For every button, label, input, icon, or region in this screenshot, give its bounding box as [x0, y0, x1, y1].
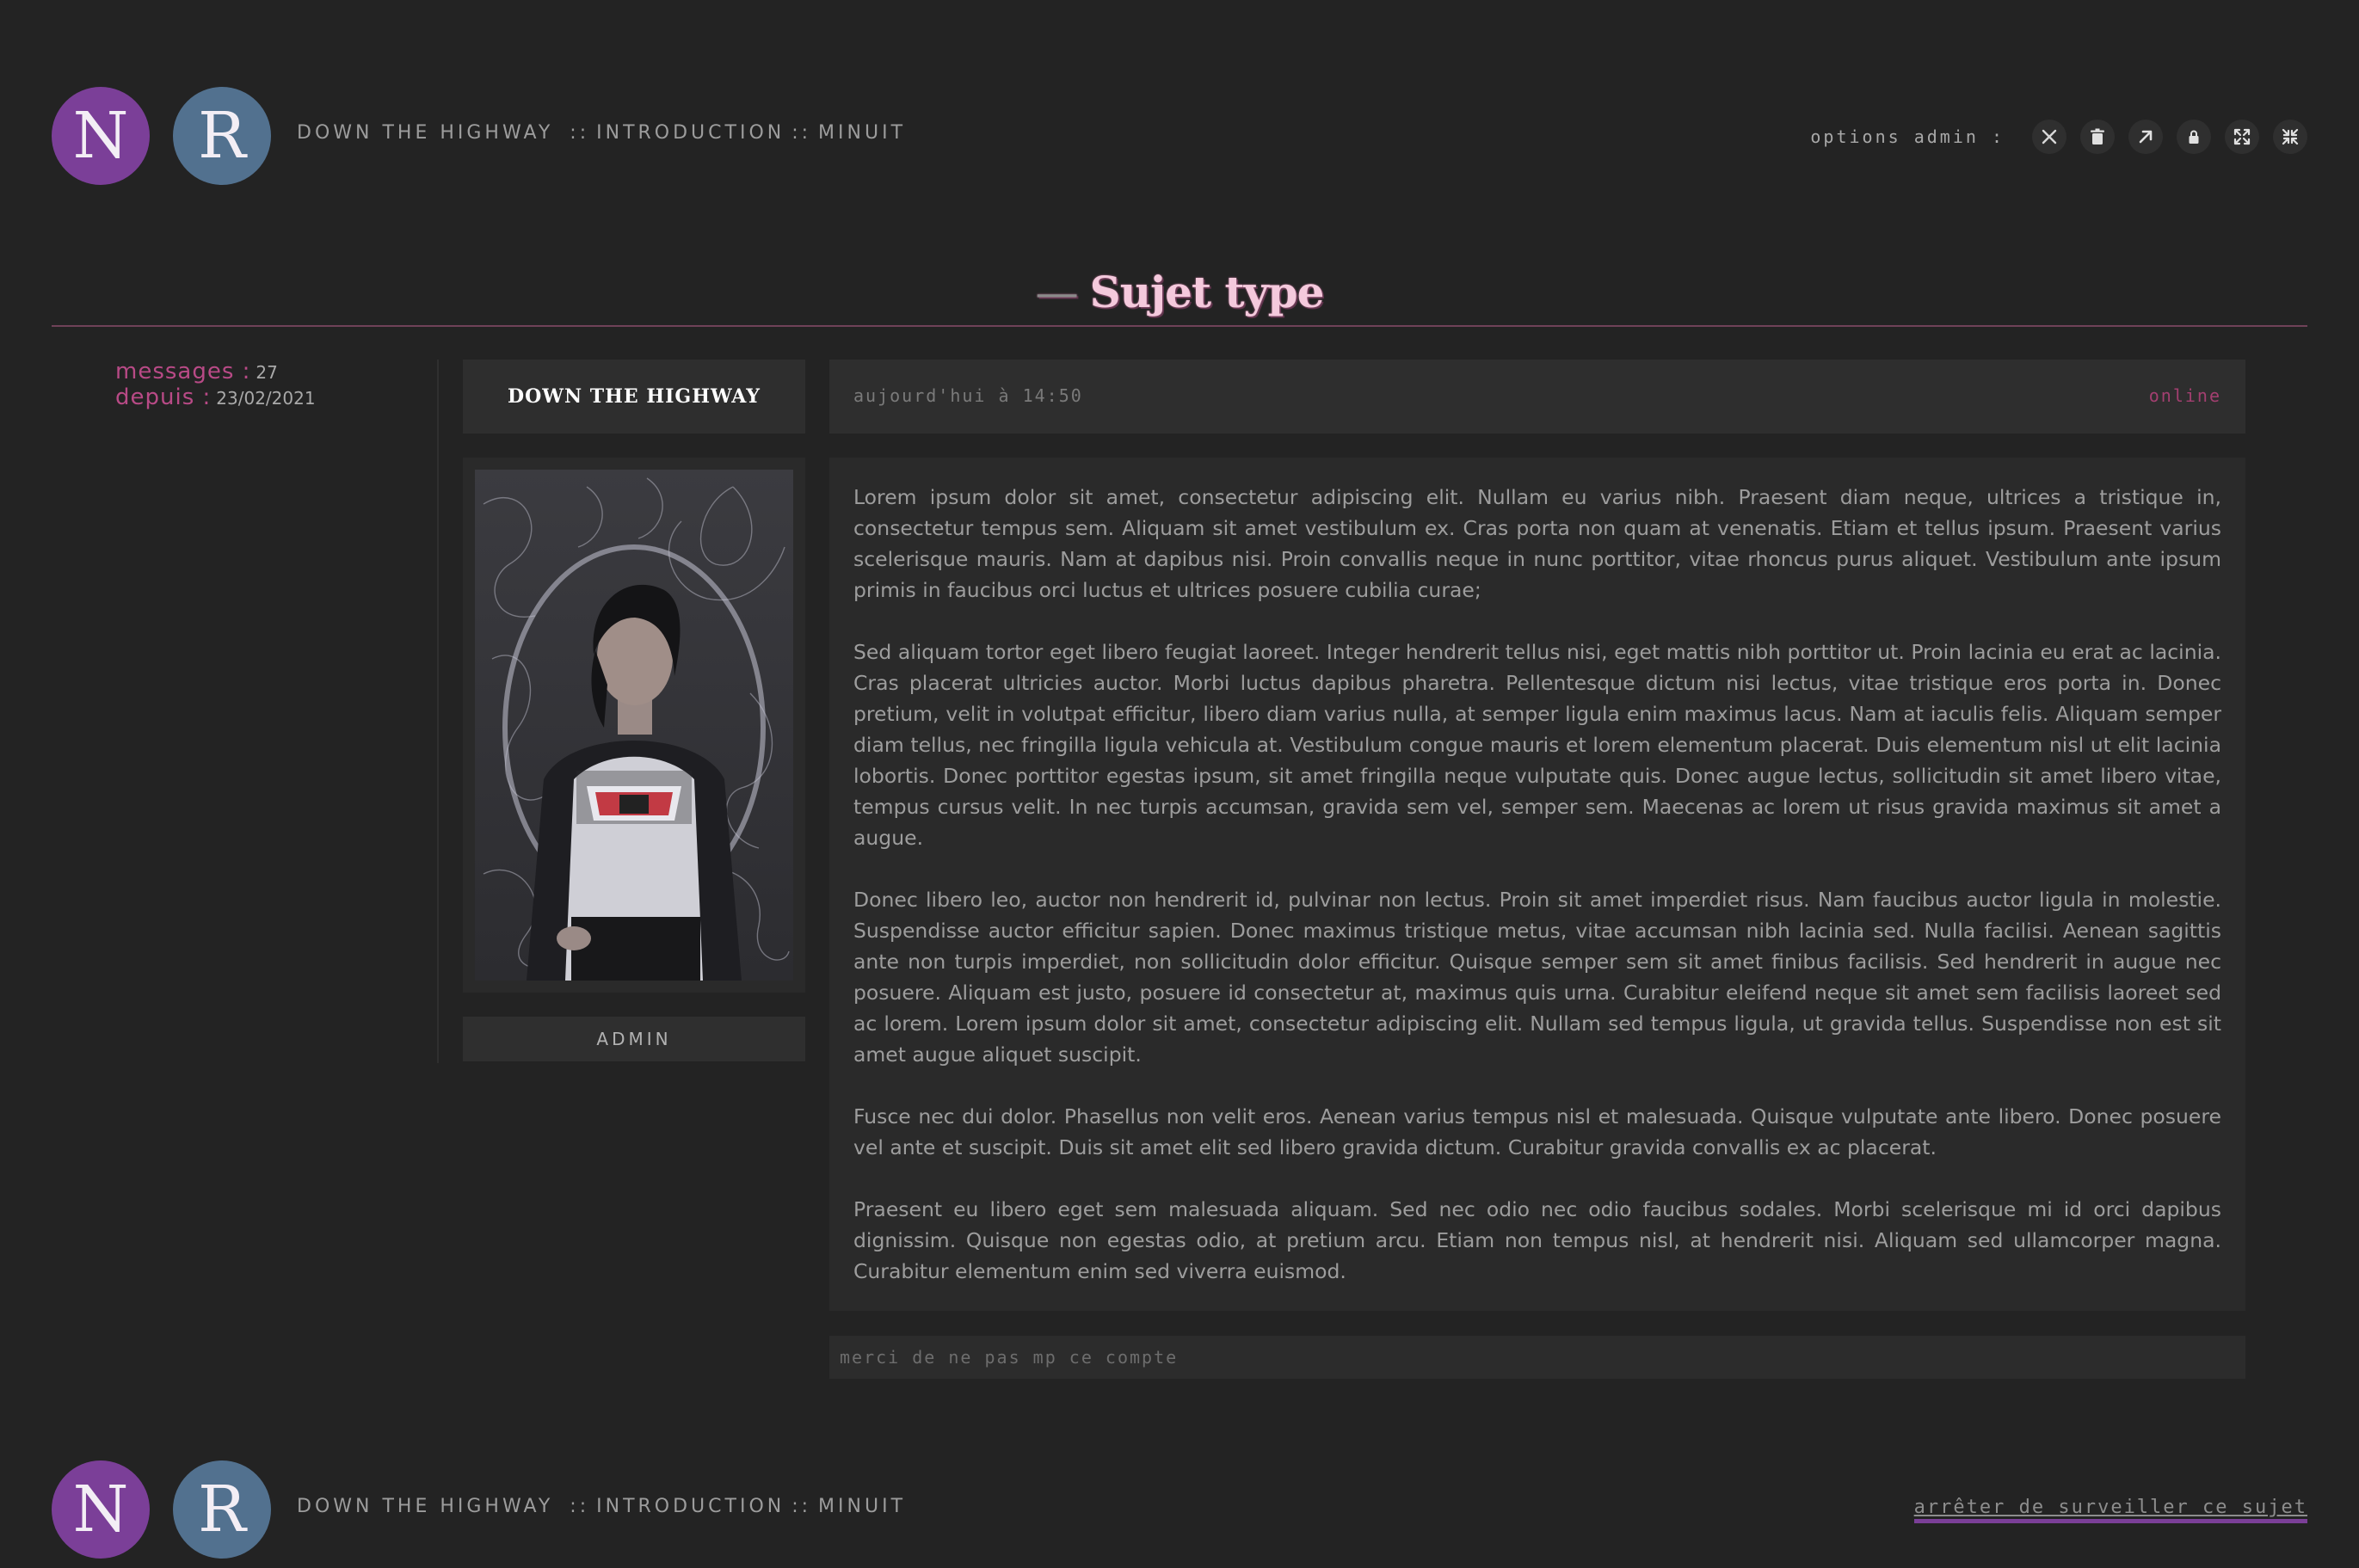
- lock-icon[interactable]: [2177, 120, 2211, 154]
- avatar-image: [475, 470, 793, 981]
- avatar-frame: [463, 458, 805, 993]
- breadcrumb-forum[interactable]: DOWN THE HIGHWAY: [297, 1496, 553, 1517]
- logo-n[interactable]: N: [52, 1460, 150, 1559]
- since-value: 23/02/2021: [216, 388, 316, 409]
- unwatch-topic-link[interactable]: arrêter de surveiller ce sujet: [1913, 1497, 2307, 1523]
- breadcrumb-forum[interactable]: DOWN THE HIGHWAY: [297, 122, 553, 144]
- author-rank: ADMIN: [463, 1017, 805, 1061]
- breadcrumb-separator: ::: [570, 1496, 590, 1517]
- author-name[interactable]: DOWN THE HIGHWAY: [463, 360, 805, 434]
- bottom-bar: N R DOWN THE HIGHWAY :: INTRODUCTION:: MIN…: [52, 1460, 2307, 1559]
- breadcrumb-category[interactable]: INTRODUCTION: [596, 1496, 785, 1517]
- online-status: online: [2148, 385, 2221, 406]
- close-icon[interactable]: [2032, 120, 2066, 154]
- topic-title-wrap: — Sujet type: [0, 267, 2359, 317]
- post-date: aujourd'hui à 14:50: [853, 385, 1083, 406]
- since-label: depuis :: [115, 384, 212, 410]
- post-header: aujourd'hui à 14:50 online: [829, 360, 2245, 434]
- author-stats: messages :27 depuis :23/02/2021: [115, 360, 316, 411]
- admin-options-label: options admin :: [1810, 126, 2005, 147]
- post-paragraph: Fusce nec dui dolor. Phasellus non velit…: [853, 1104, 2221, 1159]
- post-signature: merci de ne pas mp ce compte: [829, 1336, 2245, 1379]
- breadcrumb-separator: ::: [570, 122, 590, 144]
- avatar[interactable]: [475, 470, 793, 981]
- expand-icon[interactable]: [2225, 120, 2259, 154]
- topic-title: — Sujet type: [1035, 267, 1325, 317]
- breadcrumb-category[interactable]: INTRODUCTION: [596, 122, 785, 144]
- collapse-icon[interactable]: [2273, 120, 2307, 154]
- admin-options: options admin :: [1810, 117, 2307, 157]
- post-paragraph: Donec libero leo, auctor non hendrerit i…: [853, 888, 2221, 1067]
- post-paragraph: Praesent eu libero eget sem malesuada al…: [853, 1197, 2221, 1283]
- logo-r[interactable]: R: [173, 1460, 271, 1559]
- breadcrumb-subforum[interactable]: MINUIT: [818, 1496, 906, 1517]
- title-divider: [52, 325, 2307, 327]
- messages-value: 27: [256, 362, 278, 383]
- top-bar: N R DOWN THE HIGHWAY :: INTRODUCTION:: MIN…: [52, 87, 2307, 185]
- topic-title-text: Sujet type: [1089, 267, 1325, 317]
- messages-label: messages :: [115, 359, 251, 384]
- breadcrumb-separator: ::: [791, 122, 812, 144]
- trash-icon[interactable]: [2080, 120, 2115, 154]
- breadcrumb: DOWN THE HIGHWAY :: INTRODUCTION:: MINUIT: [297, 1496, 906, 1517]
- messages-stat: messages :27: [115, 360, 316, 385]
- logo-r[interactable]: R: [173, 87, 271, 185]
- author-divider: [437, 360, 439, 1063]
- breadcrumb: DOWN THE HIGHWAY :: INTRODUCTION:: MINUIT: [297, 122, 906, 144]
- post-paragraph: Sed aliquam tortor eget libero feugiat l…: [853, 640, 2221, 850]
- since-stat: depuis :23/02/2021: [115, 385, 316, 411]
- post-paragraph: Lorem ipsum dolor sit amet, consectetur …: [853, 485, 2221, 602]
- breadcrumb-subforum[interactable]: MINUIT: [818, 122, 906, 144]
- title-dash: —: [1035, 267, 1079, 317]
- move-arrow-icon[interactable]: [2128, 120, 2163, 154]
- breadcrumb-separator: ::: [791, 1496, 812, 1517]
- logo-n[interactable]: N: [52, 87, 150, 185]
- post-body: Lorem ipsum dolor sit amet, consectetur …: [829, 458, 2245, 1311]
